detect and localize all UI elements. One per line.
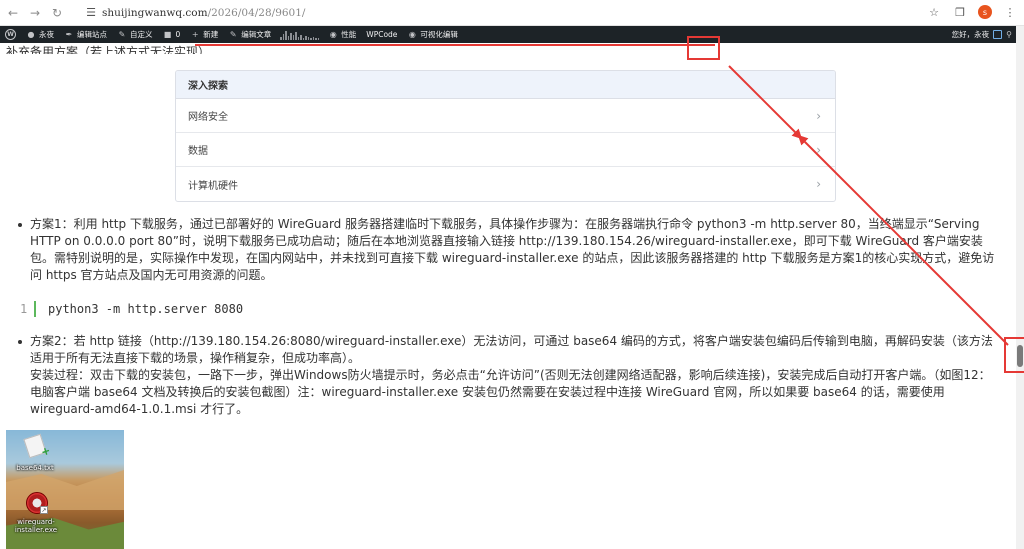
adminbar-customize[interactable]: ✎ 自定义 bbox=[112, 26, 158, 43]
plus-icon: + bbox=[191, 30, 199, 39]
stats-sparkline[interactable] bbox=[280, 30, 320, 40]
pencil-icon: ✎ bbox=[229, 30, 237, 39]
annotation-box-scrollbar bbox=[1004, 337, 1024, 373]
bookmark-star-icon[interactable]: ☆ bbox=[926, 4, 942, 20]
url-path: /2026/04/28/9601/ bbox=[207, 6, 306, 19]
page-scrollbar[interactable] bbox=[1016, 26, 1024, 549]
back-arrow-icon[interactable]: ← bbox=[4, 4, 22, 22]
adminbar-edit-post[interactable]: ✎ 编辑文章 bbox=[223, 26, 276, 43]
annotation-underline bbox=[195, 44, 715, 46]
brush-icon: ✒ bbox=[65, 30, 73, 39]
annotation-box bbox=[687, 36, 720, 60]
section-heading: 补充备用方案（若上述方式无法实现） bbox=[6, 45, 211, 54]
bullet2-text: 方案2：若 http 链接（http://139.180.154.26:8080… bbox=[30, 334, 993, 365]
list-item: 方案1：利用 http 下载服务，通过已部署好的 WireGuard 服务器搭建… bbox=[16, 216, 1001, 284]
bullet2-install-text: 安装过程：双击下载的安装包，一路下一步，弹出Windows防火墙提示时，务必点击… bbox=[30, 368, 991, 416]
file-label: wireguard- installer.exe bbox=[14, 518, 58, 534]
profile-avatar[interactable]: s bbox=[978, 5, 992, 19]
reload-icon[interactable]: ↻ bbox=[48, 4, 66, 22]
adminbar-visual-editor[interactable]: ◉ 可视化编辑 bbox=[402, 26, 463, 43]
adminbar-performance[interactable]: ◉ 性能 bbox=[323, 26, 361, 43]
adminbar-wpcode[interactable]: WPCode bbox=[361, 26, 402, 43]
address-bar[interactable]: shuijingwanwq.com/2026/04/28/9601/ bbox=[102, 7, 305, 19]
browser-toolbar: ← → ↻ ☰ shuijingwanwq.com/2026/04/28/960… bbox=[0, 0, 1024, 26]
wp-admin-bar: W ● 永夜 ✒ 编辑站点 ✎ 自定义 ■ 0 + 新建 ✎ 编辑文章 ◉ 性能 WPCode… bbox=[0, 26, 1016, 43]
shortcut-badge-icon: ↗ bbox=[40, 506, 48, 514]
extensions-icon[interactable]: ❒ bbox=[952, 4, 968, 20]
plan-list-1: 方案1：利用 http 下载服务，通过已部署好的 WireGuard 服务器搭建… bbox=[16, 216, 1001, 284]
plan-list-2: 方案2：若 http 链接（http://139.180.154.26:8080… bbox=[16, 333, 1001, 418]
menu-dots-icon[interactable]: ⋮ bbox=[1002, 4, 1018, 20]
file-label: base64.txt bbox=[16, 464, 54, 472]
adminbar-greeting[interactable]: 您好，永夜 bbox=[952, 29, 990, 40]
chevron-right-icon: › bbox=[816, 177, 821, 191]
adminbar-comments[interactable]: ■ 0 bbox=[158, 26, 186, 43]
explore-panel: 深入探索 网络安全 › 数据 › 计算机硬件 › bbox=[175, 70, 836, 202]
adminbar-edit-site[interactable]: ✒ 编辑站点 bbox=[59, 26, 112, 43]
code-line-number: 1 bbox=[20, 302, 28, 316]
forward-arrow-icon[interactable]: → bbox=[26, 4, 44, 22]
desktop-screenshot: base64.txt ↗ wireguard- installer.exe bbox=[6, 430, 124, 549]
eye-icon: ◉ bbox=[408, 30, 416, 39]
adminbar-new[interactable]: + 新建 bbox=[185, 26, 223, 43]
explore-title: 深入探索 bbox=[176, 71, 835, 99]
list-item: 方案2：若 http 链接（http://139.180.154.26:8080… bbox=[16, 333, 1001, 418]
pencil-icon: ✎ bbox=[118, 30, 126, 39]
chevron-right-icon: › bbox=[816, 142, 821, 157]
url-host: shuijingwanwq.com bbox=[102, 6, 208, 19]
wp-logo-menu[interactable]: W bbox=[0, 26, 21, 43]
site-settings-icon[interactable]: ☰ bbox=[84, 6, 98, 20]
home-icon: ● bbox=[27, 30, 35, 39]
chevron-right-icon: › bbox=[816, 108, 821, 123]
code-gutter-bar bbox=[34, 301, 36, 317]
gauge-icon: ◉ bbox=[329, 30, 337, 39]
explore-item-network-security[interactable]: 网络安全 › bbox=[176, 99, 835, 133]
explore-item-hardware[interactable]: 计算机硬件 › bbox=[176, 167, 835, 201]
adminbar-site[interactable]: ● 永夜 bbox=[21, 26, 59, 43]
user-avatar[interactable] bbox=[993, 30, 1003, 39]
code-block: 1 python3 -m http.server 8080 bbox=[20, 298, 243, 320]
comment-icon: ■ bbox=[163, 30, 172, 39]
search-icon[interactable]: ⚲ bbox=[1006, 30, 1012, 39]
text-file-icon bbox=[23, 433, 47, 459]
explore-item-data[interactable]: 数据 › bbox=[176, 133, 835, 167]
wordpress-logo-icon: W bbox=[5, 29, 16, 40]
code-line: python3 -m http.server 8080 bbox=[48, 302, 244, 316]
